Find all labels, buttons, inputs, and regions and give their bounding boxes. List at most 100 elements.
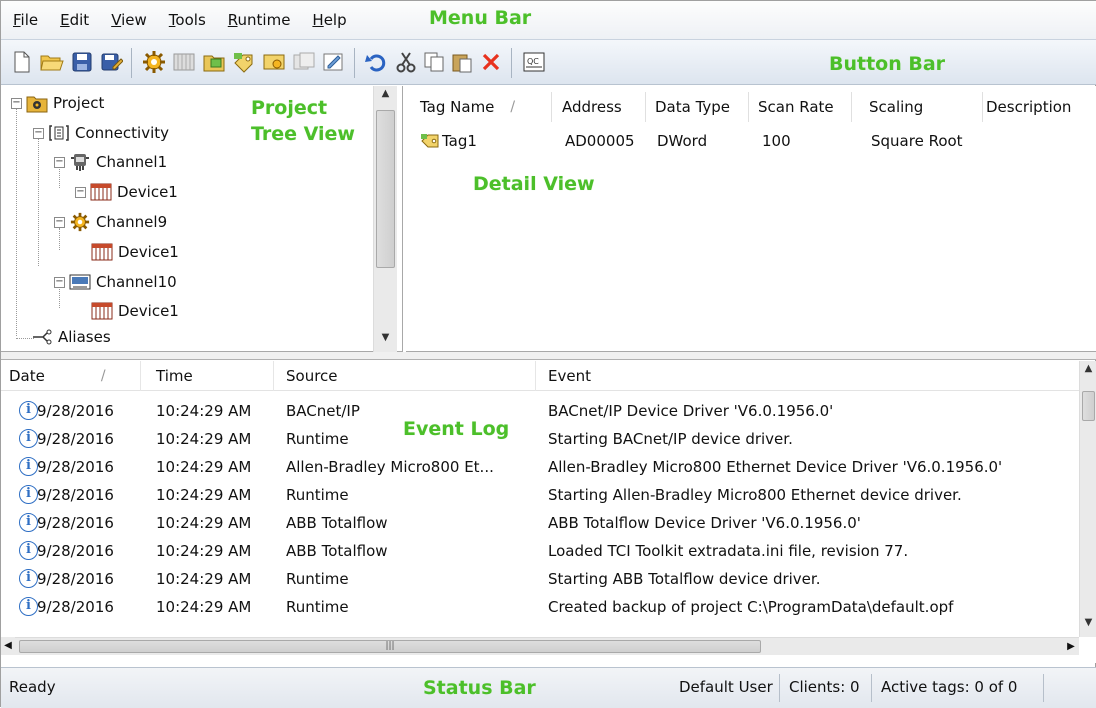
tree-vertical-scrollbar[interactable]: ▲ ▼: [373, 86, 397, 352]
detail-view: Tag Name / Address Data Type Scan Rate S…: [406, 86, 1096, 352]
column-header-description[interactable]: Description: [980, 92, 1095, 122]
column-header-scan-rate[interactable]: Scan Rate: [752, 92, 852, 122]
event-log-vertical-scrollbar[interactable]: ▲ ▼: [1079, 361, 1096, 637]
new-file-icon[interactable]: [9, 49, 35, 75]
event-row[interactable]: i 9/28/2016 10:24:29 AM Runtime Starting…: [1, 566, 1079, 594]
tree-node-channel9-device1[interactable]: Device1: [91, 241, 179, 263]
event-source: Allen-Bradley Micro800 Et...: [286, 458, 494, 476]
undo-icon[interactable]: [363, 49, 389, 75]
new-tag-group-icon[interactable]: [201, 49, 227, 75]
copy-icon[interactable]: [421, 49, 447, 75]
properties-icon[interactable]: [321, 49, 347, 75]
collapse-toggle[interactable]: −: [33, 127, 44, 139]
menu-runtime[interactable]: Runtime: [228, 11, 291, 29]
tree-node-channel1-device1[interactable]: − Device1: [75, 181, 178, 203]
collapse-toggle[interactable]: −: [54, 276, 65, 288]
event-source: BACnet/IP: [286, 402, 360, 420]
collapse-toggle[interactable]: −: [54, 216, 65, 228]
tag-icon: [421, 134, 439, 148]
status-clients: Clients: 0: [789, 678, 860, 696]
bulk-tag-icon[interactable]: [261, 49, 287, 75]
collapse-toggle[interactable]: −: [75, 186, 86, 198]
column-header-scaling[interactable]: Scaling: [863, 92, 983, 122]
menu-file[interactable]: File: [13, 11, 38, 29]
column-header-time[interactable]: Time: [148, 361, 274, 391]
menu-help[interactable]: Help: [312, 11, 346, 29]
scroll-left-arrow-icon[interactable]: ◀: [1, 637, 15, 655]
menu-help-accel: H: [312, 11, 324, 29]
callout-event-log: Event Log: [403, 418, 510, 440]
scroll-thumb[interactable]: [376, 110, 395, 268]
event-row[interactable]: i 9/28/2016 10:24:29 AM BACnet/IP BACnet…: [1, 398, 1079, 426]
column-header-tag-name[interactable]: Tag Name /: [414, 92, 552, 122]
scroll-up-arrow-icon[interactable]: ▲: [1080, 363, 1096, 381]
event-message: Loaded TCI Toolkit extradata.ini file, r…: [548, 542, 909, 560]
event-row[interactable]: i 9/28/2016 10:24:29 AM ABB Totalflow Lo…: [1, 538, 1079, 566]
event-source: Runtime: [286, 486, 349, 504]
tree-node-device-label: Device1: [117, 183, 178, 201]
column-header-date[interactable]: Date /: [1, 361, 141, 391]
callout-menu-bar: Menu Bar: [429, 7, 532, 29]
event-row[interactable]: i 9/28/2016 10:24:29 AM Runtime Starting…: [1, 482, 1079, 510]
scroll-up-arrow-icon[interactable]: ▲: [374, 88, 397, 106]
tree-node-project-label: Project: [53, 94, 105, 112]
event-log: Date / Time Source Event i 9/28/2016 10:…: [1, 361, 1096, 663]
scroll-down-arrow-icon[interactable]: ▼: [1080, 617, 1096, 635]
tree-node-channel1[interactable]: − Channel1: [54, 151, 167, 173]
info-icon: i: [19, 569, 38, 588]
new-device-icon[interactable]: [171, 49, 197, 75]
event-log-header: Date / Time Source Event: [1, 361, 1079, 391]
save-as-icon[interactable]: [99, 49, 125, 75]
scroll-down-arrow-icon[interactable]: ▼: [374, 332, 397, 350]
menu-edit[interactable]: Edit: [60, 11, 89, 29]
menu-file-label: ile: [20, 11, 39, 29]
menu-view-accel: V: [111, 11, 122, 29]
tree-node-channel10-label: Channel10: [96, 273, 177, 291]
event-time: 10:24:29 AM: [156, 598, 252, 616]
event-log-horizontal-scrollbar[interactable]: ||| ▶: [15, 637, 1079, 655]
collapse-toggle[interactable]: −: [54, 156, 65, 168]
new-channel-icon[interactable]: [141, 49, 167, 75]
toolbar-separator: [511, 48, 512, 78]
status-divider: [871, 674, 872, 702]
collapse-toggle[interactable]: −: [11, 97, 22, 109]
save-icon[interactable]: [69, 49, 95, 75]
menu-view[interactable]: View: [111, 11, 147, 29]
column-header-data-type[interactable]: Data Type: [649, 92, 749, 122]
menu-tools-label: ools: [175, 11, 206, 29]
tree-node-connectivity[interactable]: − Connectivity: [33, 122, 169, 144]
scroll-thumb[interactable]: [1082, 391, 1095, 421]
scroll-thumb[interactable]: |||: [19, 640, 761, 653]
event-row[interactable]: i 9/28/2016 10:24:29 AM Runtime Starting…: [1, 426, 1079, 454]
callout-status-bar: Status Bar: [423, 677, 536, 699]
event-row[interactable]: i 9/28/2016 10:24:29 AM Runtime Created …: [1, 594, 1079, 622]
menu-tools[interactable]: Tools: [169, 11, 206, 29]
info-icon: i: [19, 513, 38, 532]
cut-icon[interactable]: [393, 49, 419, 75]
column-header-address[interactable]: Address: [556, 92, 646, 122]
event-time: 10:24:29 AM: [156, 542, 252, 560]
event-row[interactable]: i 9/28/2016 10:24:29 AM ABB Totalflow AB…: [1, 510, 1079, 538]
quick-client-icon[interactable]: QC: [521, 49, 547, 75]
callout-project-tree-line2: Tree View: [251, 123, 355, 145]
open-folder-icon[interactable]: [39, 49, 65, 75]
pane-splitter[interactable]: [1, 352, 1096, 360]
delete-icon[interactable]: [478, 49, 504, 75]
duplicate-icon[interactable]: [291, 49, 317, 75]
tree-node-channel10-device1[interactable]: Device1: [91, 300, 179, 322]
paste-icon[interactable]: [449, 49, 475, 75]
scroll-right-arrow-icon[interactable]: ▶: [1063, 638, 1079, 656]
column-header-source[interactable]: Source: [278, 361, 536, 391]
event-message: Starting Allen-Bradley Micro800 Ethernet…: [548, 486, 962, 504]
tree-node-channel1-label: Channel1: [96, 153, 168, 171]
tree-node-aliases[interactable]: Aliases: [31, 326, 111, 348]
event-date: 9/28/2016: [37, 570, 114, 588]
event-row[interactable]: i 9/28/2016 10:24:29 AM Allen-Bradley Mi…: [1, 454, 1079, 482]
tree-node-channel10[interactable]: − Channel10: [54, 271, 177, 293]
event-date: 9/28/2016: [37, 542, 114, 560]
tree-node-channel9[interactable]: − Channel9: [54, 211, 167, 233]
tree-node-project[interactable]: − Project: [11, 92, 104, 114]
column-header-event[interactable]: Event: [540, 361, 1079, 391]
tree-node-device-label: Device1: [118, 243, 179, 261]
new-tag-icon[interactable]: [231, 49, 257, 75]
